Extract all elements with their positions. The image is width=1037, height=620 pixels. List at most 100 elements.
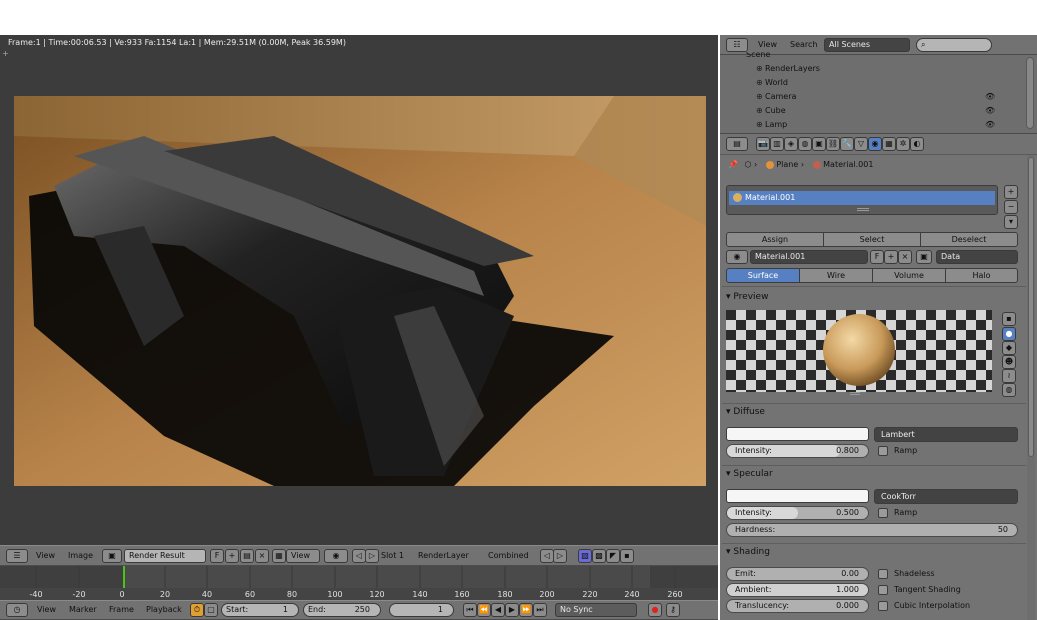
view-menu[interactable]: View xyxy=(36,549,55,563)
particles-tab-icon[interactable]: ✲ xyxy=(896,137,910,151)
outliner[interactable]: ☷ View Search All Scenes ⌕ Scene ⊕ Render… xyxy=(720,35,1037,133)
view-mode-icon[interactable]: ▦ xyxy=(272,549,286,563)
specular-shader-dropdown[interactable]: CookTorr xyxy=(874,489,1018,504)
shadeless-checkbox[interactable] xyxy=(878,569,888,579)
preview-sphere-icon[interactable]: ● xyxy=(1002,327,1016,341)
pin-icon[interactable]: 📌 xyxy=(728,160,738,169)
material-browse-icon[interactable]: ◉ xyxy=(726,250,748,264)
play-reverse-icon[interactable]: ◀ xyxy=(491,603,505,617)
keying-set-icon[interactable]: ⚷ xyxy=(666,603,680,617)
remove-slot-icon[interactable]: − xyxy=(1004,200,1018,214)
constraints-tab-icon[interactable]: ⛓ xyxy=(826,137,840,151)
preview-cube-icon[interactable]: ◆ xyxy=(1002,341,1016,355)
properties-scrollbar[interactable] xyxy=(1027,155,1035,620)
color-alpha-icon[interactable]: ▨ xyxy=(578,549,592,563)
material-name-field[interactable]: Material.001 xyxy=(750,250,868,264)
display-mode-icon[interactable]: ◉ xyxy=(324,549,348,563)
tangent-shading-checkbox[interactable] xyxy=(878,585,888,595)
slot-selector[interactable]: Slot 1 xyxy=(381,549,404,563)
preview-monkey-icon[interactable]: ☻ xyxy=(1002,355,1016,369)
visibility-eye-icon[interactable]: 👁 xyxy=(985,90,995,104)
object-tab-icon[interactable]: ▣ xyxy=(812,137,826,151)
shading-section-header[interactable]: ▾ Shading xyxy=(726,547,770,557)
render-pass-selector[interactable]: Combined xyxy=(488,549,529,563)
render-tab-icon[interactable]: 📷 xyxy=(756,137,770,151)
pin-icon[interactable]: ▪ xyxy=(620,549,634,563)
outliner-search-input[interactable]: ⌕ xyxy=(916,38,992,52)
pass-next-icon[interactable]: ▷ xyxy=(553,549,567,563)
expand-icon[interactable]: ⊕ xyxy=(756,62,763,76)
outliner-view-menu[interactable]: View xyxy=(758,38,777,52)
diffuse-ramp-checkbox[interactable] xyxy=(878,446,888,456)
tab-halo[interactable]: Halo xyxy=(945,268,1018,283)
expand-icon[interactable]: ⊕ xyxy=(756,118,763,132)
cubic-interpolation-checkbox[interactable] xyxy=(878,601,888,611)
specular-ramp-checkbox[interactable] xyxy=(878,508,888,518)
properties-scrollbar-thumb[interactable] xyxy=(1028,157,1034,457)
specular-color-swatch[interactable] xyxy=(726,489,869,503)
expand-icon[interactable]: ⊕ xyxy=(756,90,763,104)
preview-resize-handle[interactable] xyxy=(850,392,860,395)
slot-specials-icon[interactable]: ▾ xyxy=(1004,215,1018,229)
data-tab-icon[interactable]: ▽ xyxy=(854,137,868,151)
new-image-icon[interactable]: + xyxy=(225,549,239,563)
scene-tab-icon[interactable]: ◈ xyxy=(784,137,798,151)
timeline-view-menu[interactable]: View xyxy=(37,603,56,617)
physics-tab-icon[interactable]: ◐ xyxy=(910,137,924,151)
outliner-editor-type-icon[interactable]: ☷ xyxy=(726,38,748,52)
preview-world-icon[interactable]: ◍ xyxy=(1002,383,1016,397)
expand-icon[interactable]: ⊕ xyxy=(756,76,763,90)
outliner-row-renderlayers[interactable]: ⊕ RenderLayers xyxy=(720,62,1025,76)
render-layers-tab-icon[interactable]: ▥ xyxy=(770,137,784,151)
alpha-icon[interactable]: ▩ xyxy=(592,549,606,563)
add-slot-icon[interactable]: + xyxy=(1004,185,1018,199)
marker-menu[interactable]: Marker xyxy=(69,603,97,617)
ambient-field[interactable]: Ambient: 1.000 xyxy=(726,583,869,597)
outliner-row-lamp[interactable]: ⊕ Lamp 👁 xyxy=(720,118,1025,132)
editor-type-icon[interactable]: ☰ xyxy=(6,549,28,563)
specular-section-header[interactable]: ▾ Specular xyxy=(726,469,773,479)
fake-user-button[interactable]: F xyxy=(210,549,224,563)
outliner-row-cube[interactable]: ⊕ Cube 👁 xyxy=(720,104,1025,118)
world-tab-icon[interactable]: ◍ xyxy=(798,137,812,151)
image-menu[interactable]: Image xyxy=(68,549,93,563)
deselect-button[interactable]: Deselect xyxy=(920,232,1018,247)
modifiers-tab-icon[interactable]: 🔧 xyxy=(840,137,854,151)
start-frame-field[interactable]: Start: 1 xyxy=(221,603,299,617)
tab-volume[interactable]: Volume xyxy=(872,268,946,283)
open-image-icon[interactable]: ▤ xyxy=(240,549,254,563)
visibility-eye-icon[interactable]: 👁 xyxy=(985,118,995,132)
expand-icon[interactable]: ⊕ xyxy=(756,104,763,118)
play-icon[interactable]: ▶ xyxy=(505,603,519,617)
specular-intensity-field[interactable]: Intensity: 0.500 xyxy=(726,506,869,520)
sync-mode-dropdown[interactable]: No Sync xyxy=(555,603,637,617)
diffuse-section-header[interactable]: ▾ Diffuse xyxy=(726,407,765,417)
outliner-row-camera[interactable]: ⊕ Camera 👁 xyxy=(720,90,1025,104)
hardness-field[interactable]: Hardness: 50 xyxy=(726,523,1018,537)
outliner-row-world[interactable]: ⊕ World xyxy=(720,76,1025,90)
preview-flat-icon[interactable]: ▪ xyxy=(1002,312,1016,326)
outliner-search-menu[interactable]: Search xyxy=(790,38,817,52)
jump-start-icon[interactable]: ⏮ xyxy=(463,603,477,617)
diffuse-color-swatch[interactable] xyxy=(726,427,869,441)
preview-hair-icon[interactable]: ≀ xyxy=(1002,369,1016,383)
material-tab-icon[interactable]: ◉ xyxy=(868,137,882,151)
playback-menu[interactable]: Playback xyxy=(146,603,182,617)
record-icon[interactable]: ● xyxy=(648,603,662,617)
select-button[interactable]: Select xyxy=(823,232,921,247)
frame-menu[interactable]: Frame xyxy=(109,603,134,617)
preview-range-icon[interactable]: ⏱ xyxy=(190,603,204,617)
material-slots-list[interactable]: Material.001 xyxy=(726,185,998,215)
assign-button[interactable]: Assign xyxy=(726,232,824,247)
current-frame-field[interactable]: 1 xyxy=(389,603,454,617)
node-material-icon[interactable]: ▣ xyxy=(916,250,932,264)
outliner-row-scene[interactable]: Scene xyxy=(720,52,1025,61)
timeline-area[interactable]: -40 -20 0 20 40 60 80 100 120 140 160 18… xyxy=(0,566,718,600)
diffuse-intensity-field[interactable]: Intensity: 0.800 xyxy=(726,444,869,458)
timeline-editor-type-icon[interactable]: ◷ xyxy=(6,603,28,617)
outliner-scrollbar[interactable] xyxy=(1026,57,1034,129)
slot-next-icon[interactable]: ▷ xyxy=(365,549,379,563)
jump-next-key-icon[interactable]: ⏩ xyxy=(519,603,533,617)
tab-wire[interactable]: Wire xyxy=(799,268,873,283)
end-frame-field[interactable]: End: 250 xyxy=(303,603,381,617)
